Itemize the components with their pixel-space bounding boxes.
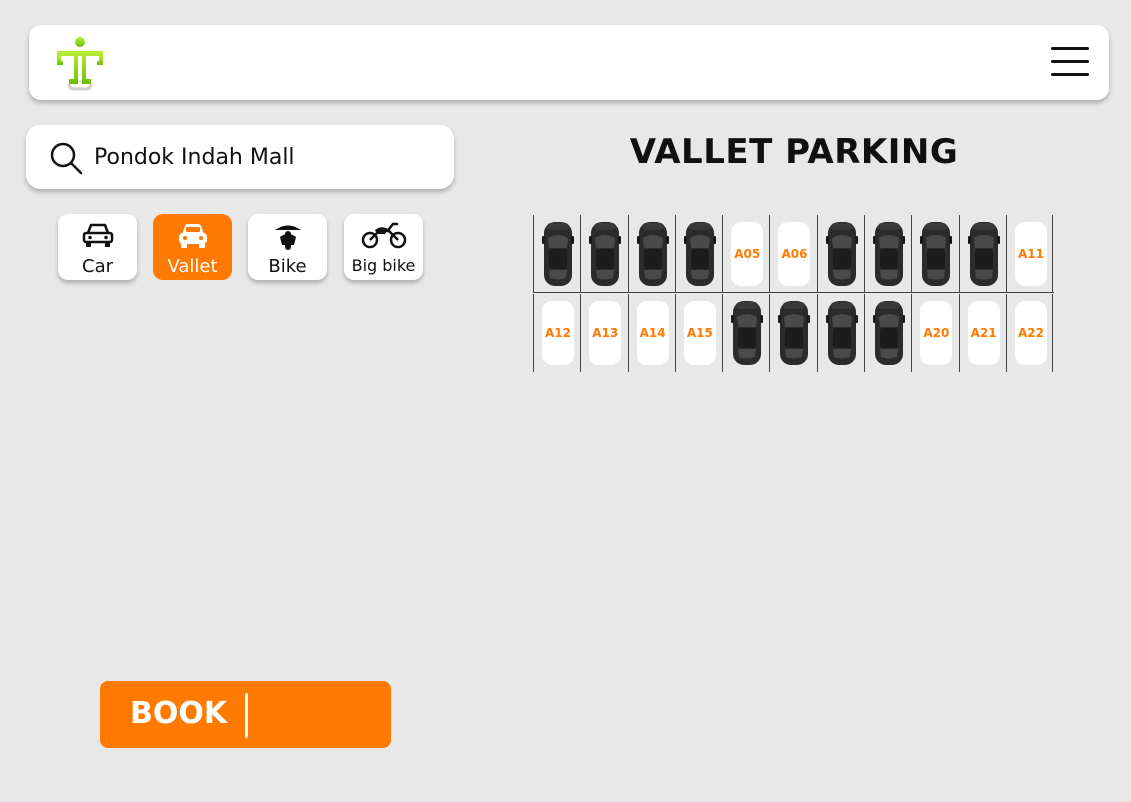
parking-slot [816, 215, 864, 293]
available-slot-button[interactable]: A15 [683, 301, 716, 365]
search-bar[interactable] [26, 125, 454, 189]
parking-slot[interactable]: A21 [958, 294, 1006, 372]
parking-slot [674, 215, 722, 293]
available-slot-button[interactable]: A13 [589, 301, 622, 365]
parking-slot[interactable]: A12 [533, 294, 580, 372]
vehicle-type-label: Big bike [351, 256, 416, 275]
page-title: VALLET PARKING [629, 132, 959, 172]
motorcycle-icon [344, 221, 423, 251]
parked-car-icon [824, 297, 860, 369]
available-slot-button[interactable]: A11 [1014, 222, 1047, 286]
book-button-label: BOOK [130, 696, 228, 731]
car-icon [58, 221, 137, 251]
parked-car-icon [824, 218, 860, 290]
vehicle-type-bike[interactable]: Bike [248, 214, 327, 280]
hamburger-menu-icon[interactable] [1051, 47, 1089, 77]
search-input[interactable] [94, 139, 434, 175]
figure-logo-icon[interactable] [51, 35, 109, 91]
available-slot-button[interactable]: A22 [1014, 301, 1047, 365]
vehicle-type-big-bike[interactable]: Big bike [344, 214, 423, 280]
available-slot-button[interactable]: A12 [542, 301, 574, 365]
parking-slot [722, 294, 769, 372]
parking-slot[interactable]: A20 [911, 294, 958, 372]
vehicle-type-vallet[interactable]: Vallet [153, 214, 232, 280]
vehicle-type-label: Vallet [167, 256, 218, 277]
parked-car-icon [776, 297, 812, 369]
parked-car-icon [871, 218, 907, 290]
parking-slot [864, 215, 911, 293]
parked-car-icon [635, 218, 671, 290]
parking-row-1: A05 A06 A11 [533, 215, 1054, 293]
available-slot-button[interactable]: A20 [920, 301, 953, 365]
vehicle-type-label: Bike [268, 256, 307, 277]
available-slot-button[interactable]: A21 [967, 301, 1000, 365]
available-slot-button[interactable]: A06 [778, 222, 811, 286]
book-button[interactable]: BOOK [100, 681, 391, 748]
parking-slot[interactable]: A06 [769, 215, 816, 293]
search-icon [48, 140, 84, 176]
parking-slot[interactable]: A22 [1005, 294, 1054, 372]
parked-car-icon [587, 218, 623, 290]
app-header [29, 25, 1109, 100]
parking-slot [769, 294, 816, 372]
parked-car-icon [729, 297, 765, 369]
scooter-icon [248, 221, 327, 251]
parking-slot [864, 294, 911, 372]
parking-slot [580, 215, 627, 293]
parked-car-icon [966, 218, 1002, 290]
book-divider [245, 693, 248, 738]
parking-slot[interactable]: A14 [627, 294, 675, 372]
parked-car-icon [871, 297, 907, 369]
parking-map: A05 A06 A11 A12 A13 A14 A15 A20 A21 A22 [533, 215, 1054, 373]
parking-slot [911, 215, 958, 293]
parking-slot[interactable]: A05 [722, 215, 769, 293]
parking-slot [627, 215, 675, 293]
parking-row-2: A12 A13 A14 A15 A20 A21 A22 [533, 294, 1054, 372]
parking-slot [958, 215, 1006, 293]
vehicle-type-car[interactable]: Car [58, 214, 137, 280]
parked-car-icon [682, 218, 718, 290]
parking-slot[interactable]: A11 [1005, 215, 1054, 293]
parked-car-icon [540, 218, 576, 290]
parked-car-icon [918, 218, 954, 290]
parking-slot [816, 294, 864, 372]
car-front-icon [153, 221, 232, 251]
vehicle-type-label: Car [82, 256, 113, 277]
available-slot-button[interactable]: A14 [636, 301, 669, 365]
parking-slot [533, 215, 580, 293]
parking-slot[interactable]: A15 [674, 294, 722, 372]
available-slot-button[interactable]: A05 [731, 222, 764, 286]
parking-slot[interactable]: A13 [580, 294, 627, 372]
